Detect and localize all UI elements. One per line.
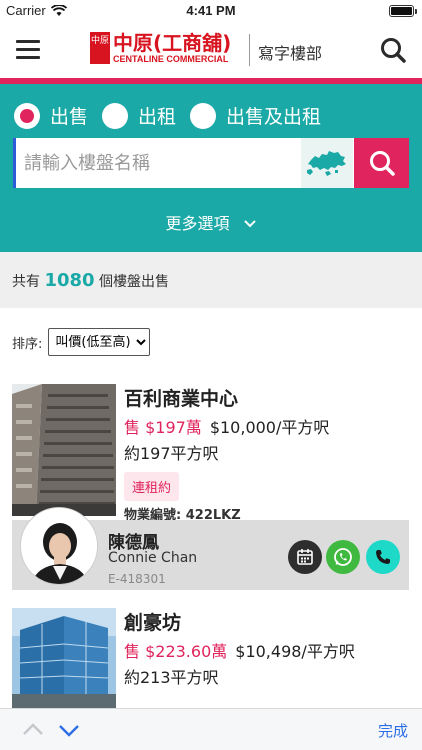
agent-license: E-418301 [108, 572, 166, 586]
done-button[interactable]: 完成 [378, 720, 408, 741]
search-panel: 出售 出租 出售及出租 更多選項 [0, 84, 422, 252]
result-count-bar: 共有 1080 個樓盤出售 [0, 252, 422, 308]
listing-photo [12, 608, 116, 708]
tenancy-badge: 連租約 [124, 472, 180, 501]
search-submit-button[interactable] [354, 138, 409, 188]
hong-kong-map-icon [307, 151, 346, 176]
search-icon[interactable] [380, 37, 406, 63]
result-suffix: 個樓盤出售 [99, 274, 170, 290]
listing-price-row: 售 $197萬 $10,000/平方呎 [124, 414, 329, 438]
listing-title: 百利商業中心 [124, 388, 239, 410]
whatsapp-button[interactable] [326, 540, 360, 574]
radio-sale-and-rent[interactable]: 出售及出租 [190, 102, 321, 129]
sort-row: 排序: 叫價(低至高) [12, 328, 151, 356]
header-divider [249, 34, 250, 66]
sort-label: 排序: [12, 336, 43, 352]
listing-price: 售 $197萬 [124, 418, 202, 437]
call-button[interactable] [366, 540, 400, 574]
search-icon [369, 151, 395, 176]
agent-card: 陳德鳳 Connie Chan E-418301 [12, 507, 409, 590]
logo-english: CENTALINE COMMERCIAL [113, 54, 229, 64]
listing-unit-price: $10,000/平方呎 [209, 418, 330, 437]
listing-title: 創豪坊 [124, 612, 182, 634]
app-header: 中原 中原(工商舖) CENTALINE COMMERCIAL 寫字樓部 [0, 22, 422, 78]
radio-rent[interactable]: 出租 [102, 102, 176, 129]
battery-icon [389, 5, 417, 17]
radio-label: 出售及出租 [226, 106, 322, 128]
chevron-down-icon [243, 220, 256, 228]
more-options-label: 更多選項 [165, 214, 230, 233]
listing-item[interactable]: 百利商業中心 售 $197萬 $10,000/平方呎 約197平方呎 連租約 物業… [12, 384, 412, 524]
radio-indicator [102, 102, 129, 129]
whatsapp-icon [334, 548, 352, 566]
logo-chinese: 中原(工商舖) [113, 31, 232, 55]
radio-sale[interactable]: 出售 [14, 102, 88, 129]
agent-name-english: Connie Chan [108, 550, 198, 566]
department-label: 寫字樓部 [258, 44, 323, 63]
menu-icon[interactable] [16, 40, 40, 60]
transaction-type-group: 出售 出租 出售及出租 [14, 102, 335, 129]
radio-label: 出售 [50, 106, 89, 128]
radio-indicator [14, 102, 40, 129]
listing-price: 售 $223.60萬 [124, 642, 228, 661]
radio-indicator [190, 102, 217, 129]
property-search-input[interactable] [13, 138, 299, 188]
status-bar: Carrier 4:41 PM [0, 0, 422, 22]
hk-map-button[interactable] [301, 138, 353, 188]
result-count: 1080 [44, 270, 95, 291]
calendar-icon [297, 549, 313, 565]
chevron-up-icon[interactable] [20, 717, 46, 743]
listing-price-row: 售 $223.60萬 $10,498/平方呎 [124, 638, 355, 662]
keyboard-accessory-bar: 完成 [0, 708, 422, 750]
agent-avatar [20, 507, 98, 585]
sort-select[interactable]: 叫價(低至高) [48, 328, 151, 356]
listing-photo [12, 384, 116, 516]
logo-mark: 中原 [90, 32, 110, 64]
listing-unit-price: $10,498/平方呎 [235, 642, 355, 661]
more-options-toggle[interactable]: 更多選項 [0, 210, 422, 234]
chevron-down-icon[interactable] [56, 717, 82, 743]
listing-item[interactable]: 創豪坊 售 $223.60萬 $10,498/平方呎 約213平方呎 [12, 608, 412, 708]
phone-icon [376, 550, 390, 564]
appointment-button[interactable] [288, 540, 322, 574]
centaline-logo: 中原 中原(工商舖) CENTALINE COMMERCIAL [90, 32, 231, 64]
search-bar [13, 138, 409, 188]
listing-area: 約213平方呎 [124, 668, 219, 687]
clock: 4:41 PM [186, 3, 236, 18]
radio-label: 出租 [138, 106, 177, 128]
result-prefix: 共有 [12, 274, 40, 290]
listing-area: 約197平方呎 [124, 444, 219, 463]
